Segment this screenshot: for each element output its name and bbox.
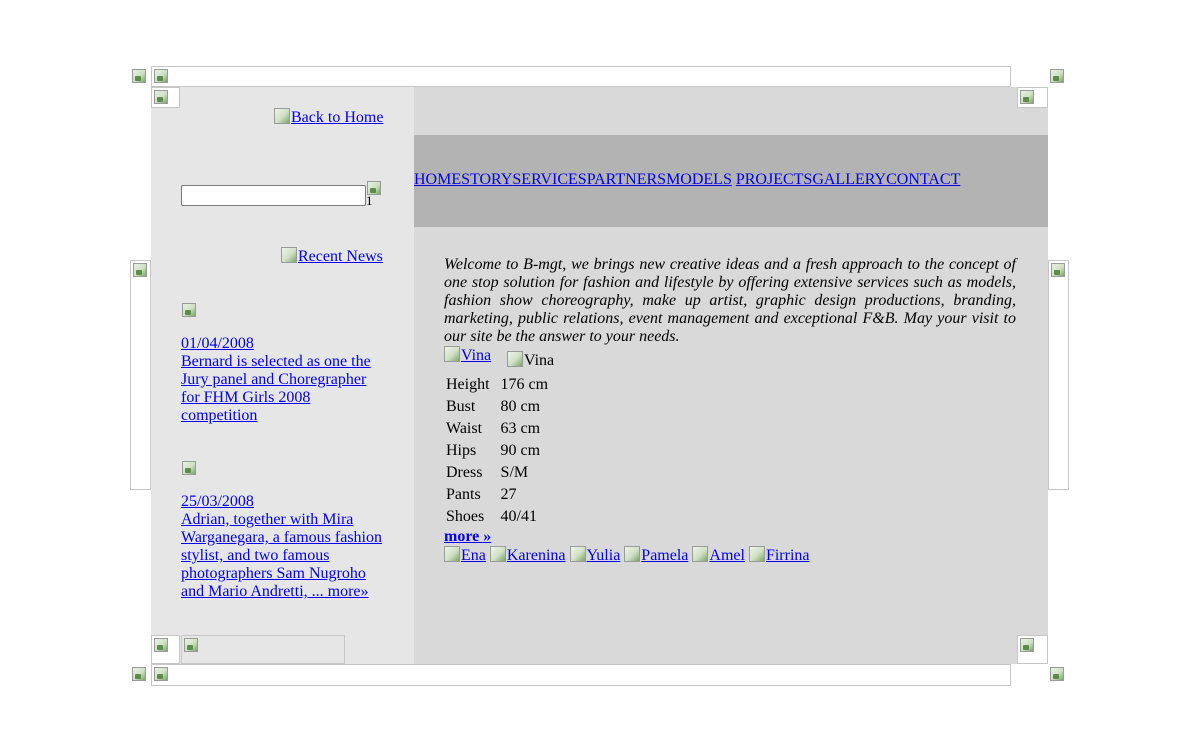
corner-bottom-right-image: [1049, 666, 1067, 684]
main-nav: HOMESTORYSERVICESPARTNERSMODELS PROJECTS…: [414, 171, 960, 189]
sidebar-footer-image: [181, 635, 345, 664]
stat-label: Shoes: [446, 508, 485, 525]
news-thumbnail-1: [181, 302, 199, 320]
news-date: 25/03/2008: [181, 493, 254, 510]
back-home-icon: [274, 108, 290, 124]
news-text: Bernard is selected as one the Jury pane…: [181, 353, 371, 424]
model-thumb-icon: [748, 546, 765, 562]
inner-corner-bottom-left-image: [151, 635, 180, 664]
top-border-image: [151, 66, 1011, 87]
more-link[interactable]: more »: [444, 528, 491, 546]
nav-story[interactable]: STORY: [461, 171, 512, 188]
stat-value: 90 cm: [500, 442, 541, 459]
welcome-text: Welcome to B-mgt, we brings new creative…: [444, 256, 1016, 345]
corner-top-left-image: [131, 68, 149, 86]
stat-label: Pants: [446, 486, 481, 503]
stat-value: 80 cm: [500, 398, 541, 415]
news-item-2[interactable]: 25/03/2008 Adrian, together with Mira Wa…: [181, 493, 382, 601]
model-thumb-icon: [489, 546, 506, 562]
stat-value: S/M: [500, 464, 529, 481]
nav-models[interactable]: MODELS: [666, 171, 732, 188]
stat-label: Height: [446, 376, 490, 393]
news-thumbnail-2: [181, 460, 199, 478]
model-link-firrina[interactable]: Firrina: [748, 546, 809, 564]
model-link-yulia[interactable]: Yulia: [569, 546, 620, 564]
nav-projects[interactable]: PROJECTS: [736, 171, 812, 188]
inner-corner-bottom-right-image: [1017, 635, 1048, 664]
bottom-border-image: [151, 664, 1011, 686]
model-link-amel[interactable]: Amel: [692, 546, 745, 564]
other-models-row: Ena Karenina Yulia Pamela Amel Firrina: [444, 546, 809, 565]
nav-home[interactable]: HOME: [414, 171, 461, 188]
table-row: Pants 27: [446, 485, 557, 505]
table-row: Waist 63 cm: [446, 419, 557, 439]
stat-value: 27: [500, 486, 517, 503]
right-side-image: [1048, 260, 1069, 490]
model-name-image: Vina: [507, 351, 554, 370]
stat-value: 40/41: [500, 508, 537, 525]
model-thumb-icon: [444, 546, 460, 562]
model-link-karenina[interactable]: Karenina: [489, 546, 566, 564]
stat-value: 176 cm: [500, 376, 549, 393]
news-date: 01/04/2008: [181, 335, 254, 352]
search-submit-image-button[interactable]: 1: [366, 180, 384, 208]
model-thumb-icon: [692, 546, 709, 562]
nav-partners[interactable]: PARTNERS: [587, 171, 666, 188]
recent-news-link[interactable]: Recent News: [281, 247, 383, 266]
table-row: Dress S/M: [446, 463, 557, 483]
model-link-ena[interactable]: Ena: [444, 546, 486, 564]
model-thumb-icon: [624, 546, 641, 562]
stat-label: Waist: [446, 420, 483, 437]
left-side-image: [130, 260, 151, 490]
nav-contact[interactable]: CONTACT: [886, 171, 960, 188]
model-photo-link[interactable]: Vina: [444, 346, 491, 365]
nav-gallery[interactable]: GALLERY: [812, 171, 886, 188]
model-photo-image: [444, 346, 460, 362]
table-row: Hips 90 cm: [446, 441, 557, 461]
inner-corner-top-right-image: [1017, 87, 1048, 108]
news-text: Adrian, together with Mira Warganegara, …: [181, 511, 382, 600]
table-row: Height 176 cm: [446, 375, 557, 395]
corner-bottom-left-image: [131, 666, 149, 684]
table-row: Bust 80 cm: [446, 397, 557, 417]
news-item-1[interactable]: 01/04/2008 Bernard is selected as one th…: [181, 335, 382, 425]
recent-news-icon: [281, 247, 297, 263]
nav-services[interactable]: SERVICES: [512, 171, 586, 188]
search-input[interactable]: [181, 185, 366, 206]
stat-value: 63 cm: [500, 420, 541, 437]
back-to-home-link[interactable]: Back to Home: [274, 108, 383, 127]
model-thumb-icon: [569, 546, 586, 562]
corner-top-right-image: [1049, 68, 1067, 86]
stat-label: Hips: [446, 442, 477, 459]
stat-label: Dress: [446, 464, 483, 481]
model-link-pamela[interactable]: Pamela: [624, 546, 688, 564]
model-stats-table: Height 176 cm Bust 80 cm Waist 63 cm Hips 90…: [444, 373, 559, 529]
table-row: Shoes 40/41: [446, 507, 557, 527]
stat-label: Bust: [446, 398, 476, 415]
inner-corner-top-left-image: [151, 87, 180, 108]
